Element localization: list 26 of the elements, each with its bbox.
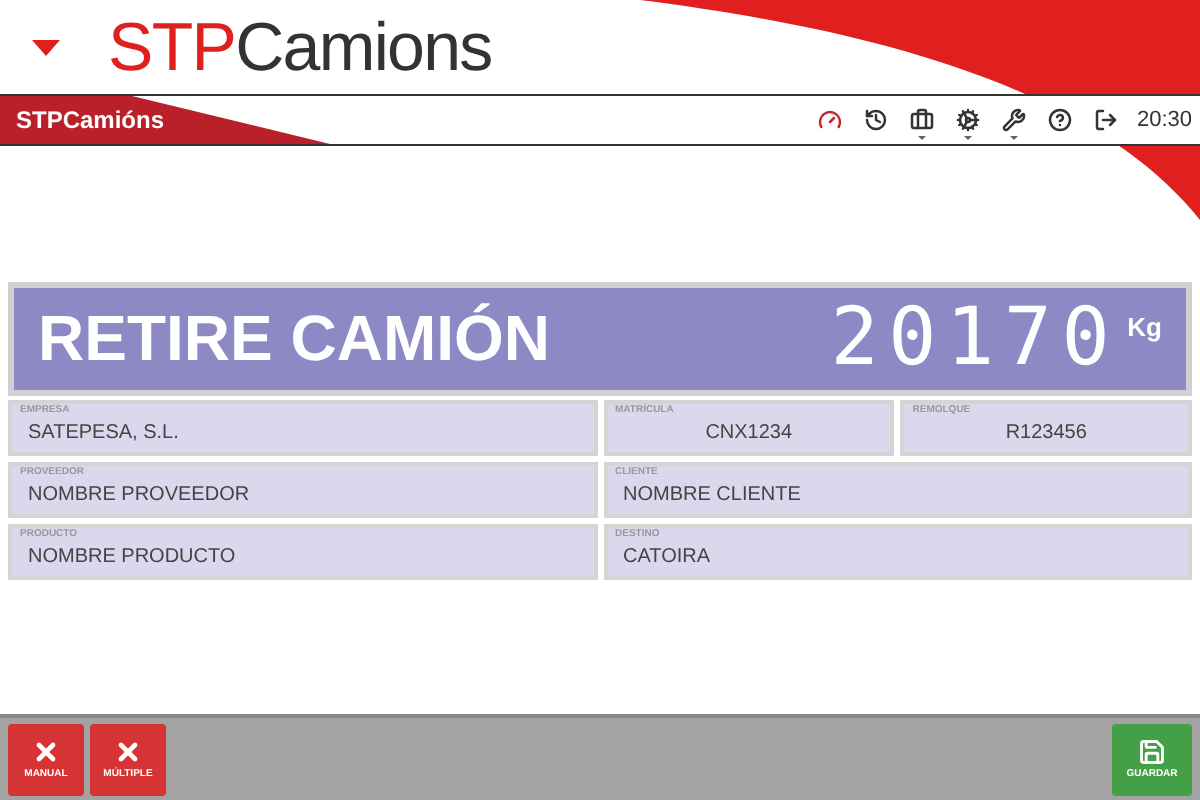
field-value: NOMBRE PROVEEDOR [26,481,252,509]
navbar-title: STPCamións [0,96,330,144]
cogs-icon[interactable] [955,108,980,132]
help-icon[interactable] [1047,108,1072,132]
weight-unit: Kg [1127,309,1162,346]
field-value: SATEPESA, S.L. [26,419,181,447]
gauge-icon[interactable] [817,108,842,132]
x-icon [32,738,60,766]
field-value: NOMBRE PRODUCTO [26,543,238,571]
field-value: CATOIRA [621,543,713,571]
caret-down-icon [963,136,972,140]
caret-down-icon[interactable] [32,39,60,55]
wrench-icon[interactable] [1001,108,1026,132]
field-value: R123456 [1003,419,1089,447]
field-value: CNX1234 [703,419,795,447]
message-text: RETIRE CAMIÓN [38,300,552,378]
x-icon [114,738,142,766]
logout-icon[interactable] [1093,108,1118,132]
field-value: NOMBRE CLIENTE [621,481,803,509]
logo: STPCamions [108,13,492,81]
caret-down-icon [917,136,926,140]
history-icon[interactable] [863,108,888,132]
briefcase-icon[interactable] [909,108,934,132]
weight-reading: 20170 [830,290,1120,388]
caret-down-icon [1009,136,1018,140]
clock-time: 20:30 [1134,105,1194,136]
